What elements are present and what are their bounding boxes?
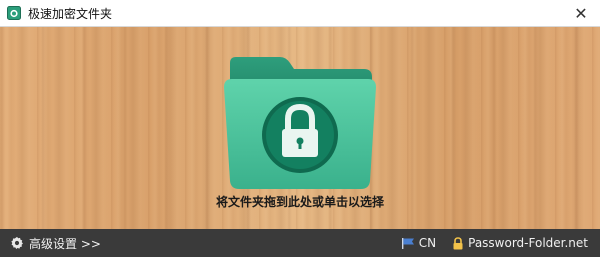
- drop-area[interactable]: 将文件夹拖到此处或单击以选择: [0, 27, 600, 229]
- language-selector[interactable]: CN: [401, 236, 436, 250]
- advanced-settings-label: 高级设置 >>: [29, 236, 101, 251]
- app-logo-icon: [6, 5, 22, 21]
- title-bar: 极速加密文件夹 ✕: [0, 0, 600, 27]
- website-label: Password-Folder.net: [468, 236, 588, 250]
- close-button[interactable]: ✕: [568, 2, 594, 24]
- close-icon: ✕: [574, 3, 588, 23]
- bottom-right-links: CN Password-Folder.net: [401, 229, 588, 257]
- window-title: 极速加密文件夹: [28, 6, 113, 21]
- app-window: 极速加密文件夹 ✕ 将文件夹拖到此处或单击以选择 高级设置 >> CN Pass…: [0, 0, 600, 257]
- advanced-settings-button[interactable]: 高级设置 >>: [10, 235, 101, 252]
- lock-icon: [453, 236, 463, 249]
- bottom-bar: 高级设置 >> CN Password-Folder.net: [0, 229, 600, 257]
- locked-folder-icon[interactable]: [218, 53, 382, 193]
- website-link[interactable]: Password-Folder.net: [452, 236, 588, 250]
- language-label: CN: [418, 236, 437, 250]
- flag-icon: [401, 238, 414, 249]
- drop-hint-text: 将文件夹拖到此处或单击以选择: [215, 195, 384, 209]
- gear-icon: [11, 236, 23, 249]
